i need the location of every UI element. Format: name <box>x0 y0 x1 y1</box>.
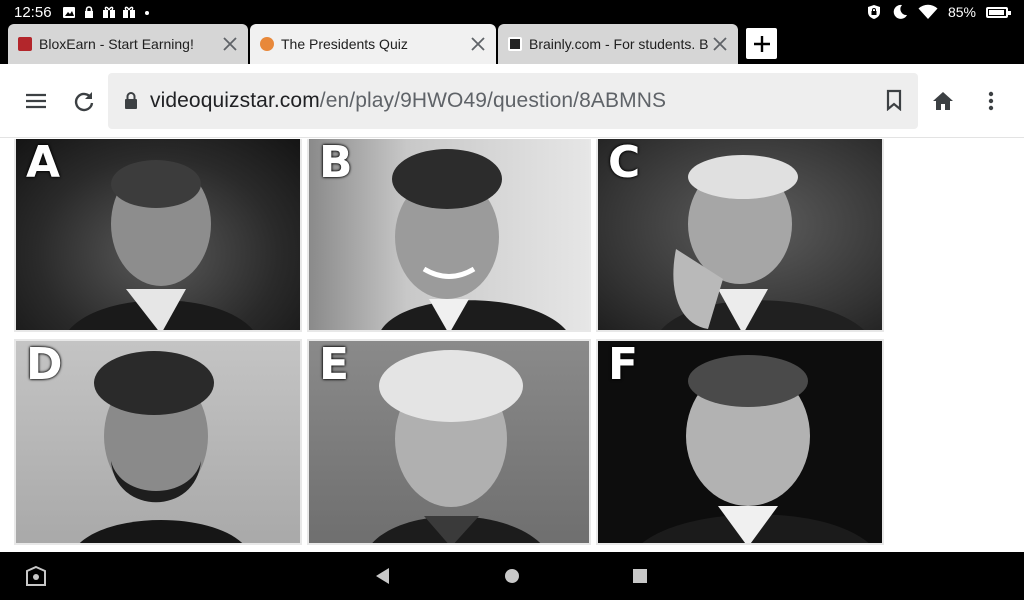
option-d-portrait[interactable]: D <box>14 339 302 545</box>
home-circle-icon <box>505 569 519 583</box>
close-icon[interactable] <box>466 32 490 56</box>
close-icon[interactable] <box>708 32 732 56</box>
image-icon <box>62 6 75 18</box>
vpn-lock-icon <box>867 5 880 19</box>
tab-bloxearn[interactable]: BloxEarn - Start Earning! <box>8 24 248 64</box>
page-content: A B C D E F <box>0 139 1024 552</box>
status-time: 12:56 <box>14 3 52 21</box>
more-options-button[interactable] <box>973 83 1009 119</box>
option-c-portrait[interactable]: C <box>596 139 884 332</box>
home-button[interactable] <box>925 83 961 119</box>
gift-icon <box>122 6 135 18</box>
wifi-icon <box>918 4 938 19</box>
home-icon <box>933 92 953 110</box>
url-text[interactable]: videoquizstar.com/en/play/9HWO49/questio… <box>150 89 666 113</box>
hamburger-icon <box>26 93 46 109</box>
gift-icon <box>102 6 115 18</box>
status-bar: 12:56 85% <box>0 0 1024 24</box>
tab-title: BloxEarn - Start Earning! <box>39 36 194 52</box>
battery-percent: 85% <box>947 4 976 20</box>
dot-icon <box>144 10 149 15</box>
portrait-image <box>642 355 869 543</box>
lock-icon <box>125 92 137 109</box>
back-button[interactable] <box>367 560 399 592</box>
tab-presidents-quiz[interactable]: The Presidents Quiz <box>250 24 496 64</box>
quiz-favicon <box>260 37 274 51</box>
option-letter: C <box>608 139 641 188</box>
option-e-portrait[interactable]: E <box>307 339 591 545</box>
assistant-button[interactable] <box>20 560 52 592</box>
tab-title: Brainly.com - For students. By students. <box>529 36 708 52</box>
brainly-favicon <box>508 37 522 51</box>
bookmark-button[interactable] <box>886 89 902 116</box>
more-vert-icon <box>988 91 994 111</box>
lock-icon <box>84 5 93 18</box>
system-nav-bar <box>0 552 1024 600</box>
reload-icon <box>74 92 94 112</box>
plus-icon <box>753 35 770 52</box>
battery-charging-icon <box>986 6 1011 18</box>
option-a-portrait[interactable]: A <box>14 139 302 332</box>
option-letter: F <box>608 339 639 390</box>
close-icon[interactable] <box>218 32 242 56</box>
option-b-portrait[interactable]: B <box>307 139 591 332</box>
tab-strip: BloxEarn - Start Earning! The Presidents… <box>0 24 1024 64</box>
option-f-portrait[interactable]: F <box>596 339 884 545</box>
recents-square-icon <box>633 569 647 583</box>
new-tab-button[interactable] <box>746 28 777 59</box>
back-triangle-icon <box>376 568 389 584</box>
portrait-image <box>661 155 864 330</box>
option-letter: E <box>319 339 350 390</box>
recents-button[interactable] <box>624 560 656 592</box>
portrait-image <box>372 350 540 543</box>
moon-icon <box>893 4 907 19</box>
home-nav-button[interactable] <box>496 560 528 592</box>
bloxearn-favicon <box>18 37 32 51</box>
assistant-icon <box>26 565 46 586</box>
reload-button[interactable] <box>66 83 102 119</box>
tab-brainly[interactable]: Brainly.com - For students. By students. <box>498 24 738 64</box>
menu-button[interactable] <box>18 83 54 119</box>
bookmark-icon <box>886 89 902 112</box>
option-letter: D <box>26 339 63 390</box>
option-letter: A <box>26 139 61 188</box>
tab-title: The Presidents Quiz <box>281 36 408 52</box>
option-letter: B <box>319 139 353 188</box>
url-path: /en/play/9HWO49/question/8ABMNS <box>319 89 667 112</box>
browser-toolbar: videoquizstar.com/en/play/9HWO49/questio… <box>0 64 1024 138</box>
address-bar[interactable]: videoquizstar.com/en/play/9HWO49/questio… <box>108 73 918 129</box>
url-host: videoquizstar.com <box>150 89 320 112</box>
